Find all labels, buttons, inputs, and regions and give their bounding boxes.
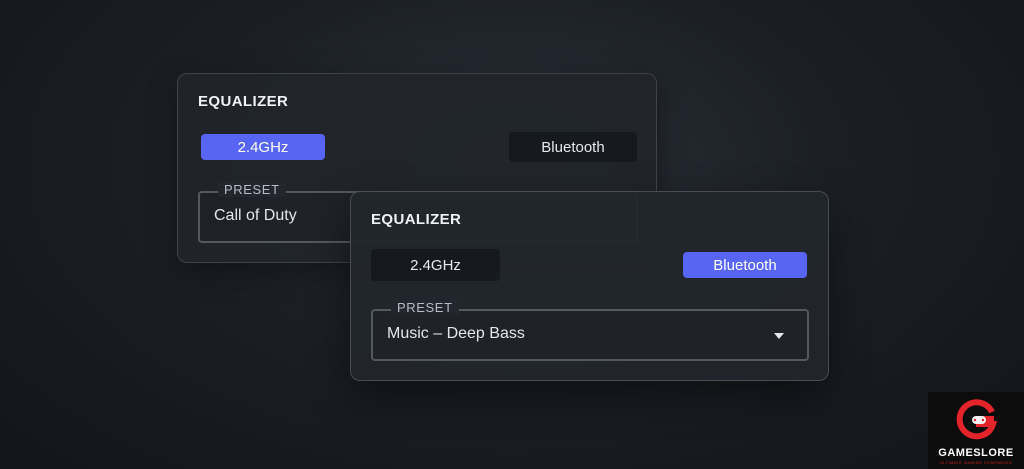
preset-label: PRESET bbox=[391, 300, 459, 315]
connection-2-4ghz-button[interactable]: 2.4GHz bbox=[201, 134, 325, 160]
equalizer-title: EQUALIZER bbox=[371, 211, 462, 228]
brand-name: GAMESLORE bbox=[938, 447, 1014, 459]
equalizer-title: EQUALIZER bbox=[198, 93, 289, 110]
connection-2-4ghz-button[interactable]: 2.4GHz bbox=[371, 249, 500, 281]
gameslore-logo-icon bbox=[956, 399, 997, 440]
preset-dropdown[interactable]: PRESET Music – Deep Bass bbox=[371, 300, 809, 361]
brand-tagline: ULTIMATE GAMING COMPANION bbox=[939, 460, 1012, 465]
preset-value: Call of Duty bbox=[214, 207, 297, 224]
connection-bluetooth-button[interactable]: Bluetooth bbox=[509, 132, 637, 162]
caret-down-icon[interactable] bbox=[774, 333, 784, 339]
equalizer-panel-front: EQUALIZER 2.4GHz Bluetooth PRESET Music … bbox=[350, 191, 829, 381]
preset-label: PRESET bbox=[218, 182, 286, 197]
gameslore-logo: GAMESLORE ULTIMATE GAMING COMPANION bbox=[928, 392, 1024, 469]
connection-bluetooth-button[interactable]: Bluetooth bbox=[683, 252, 807, 278]
preset-value: Music – Deep Bass bbox=[387, 325, 525, 342]
